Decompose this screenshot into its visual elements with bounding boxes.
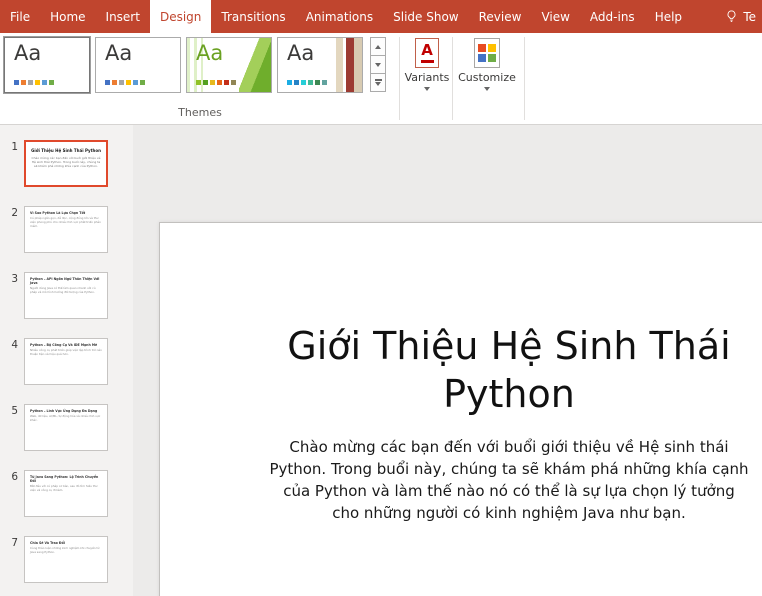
thumbnail-body-text: Chào mừng các bạn đến với buổi giới thiệ… [31,155,101,168]
tab-home[interactable]: Home [40,0,95,33]
ribbon-tab-bar: File Home Insert Design Transitions Anim… [0,0,762,33]
theme-thumbnail-3[interactable]: Aa [186,37,272,93]
theme-sample-text: Aa [196,41,224,65]
slide-number: 3 [11,273,18,285]
slide-row-7: 7 Chia Sẻ Và Trao Đổi Cùng thảo luận nhữ… [0,536,133,583]
slide-thumbnail[interactable]: Chia Sẻ Và Trao Đổi Cùng thảo luận những… [24,536,108,583]
slide-number: 2 [11,207,18,219]
slide-thumbnail[interactable]: Python – Bộ Công Cụ Và IDE Mạnh Mẽ Nhiều… [24,338,108,385]
slide-row-4: 4 Python – Bộ Công Cụ Và IDE Mạnh Mẽ Nhi… [0,338,133,385]
gallery-more-icon [374,79,382,81]
slide-thumbnail[interactable]: Vì Sao Python Là Lựa Chọn Tốt Cú pháp ng… [24,206,108,253]
chevron-down-icon [375,82,381,86]
tell-me-box[interactable]: Te [723,0,762,33]
tab-transitions[interactable]: Transitions [211,0,295,33]
ribbon-group-separator [524,37,525,120]
tab-file[interactable]: File [0,0,40,33]
thumbnail-title-text: Python – Bộ Công Cụ Và IDE Mạnh Mẽ [30,343,98,347]
tell-me-label: Te [743,9,756,24]
theme-thumbnail-2[interactable]: Aa [95,37,181,93]
slide-row-2: 2 Vì Sao Python Là Lựa Chọn Tốt Cú pháp … [0,206,133,253]
thumbnail-title-text: Python – Lĩnh Vực Ứng Dụng Đa Dạng [30,409,98,413]
slide-thumbnail[interactable]: Python – Lĩnh Vực Ứng Dụng Đa Dạng Web, … [24,404,108,451]
gallery-scroll-down-button[interactable] [370,55,386,74]
thumbnail-title-text: Vì Sao Python Là Lựa Chọn Tốt [30,211,86,215]
theme-palette-icon [196,80,236,85]
workspace: 1 Giới Thiệu Hệ Sinh Thái Python Chào mừ… [0,125,762,596]
themes-group: Aa Aa Aa Aa Themes [4,37,396,121]
slide-canvas-area: Giới Thiệu Hệ Sinh Thái Python Chào mừng… [133,125,762,596]
tab-review[interactable]: Review [469,0,532,33]
tab-slide-show[interactable]: Slide Show [383,0,468,33]
dropdown-arrow-icon [424,87,430,91]
variants-icon: A [415,38,439,68]
variants-button[interactable]: A Variants [404,38,450,120]
tab-animations[interactable]: Animations [296,0,383,33]
slide-number: 1 [11,141,18,153]
ribbon-group-separator [452,37,453,120]
ribbon-design: Aa Aa Aa Aa Themes A Variants Customize [0,33,762,125]
theme-palette-icon [287,80,327,85]
slide-row-6: 6 Từ Java Sang Python: Lộ Trình Chuyển Đ… [0,470,133,517]
theme-palette-icon [105,80,145,85]
theme-sample-text: Aa [14,41,42,65]
gallery-scroll-up-button[interactable] [370,37,386,56]
slide-row-1: 1 Giới Thiệu Hệ Sinh Thái Python Chào mừ… [0,140,133,187]
gallery-more-button[interactable] [370,73,386,92]
variants-label: Variants [404,71,450,84]
tab-view[interactable]: View [531,0,579,33]
integral-band-decoration [336,38,362,92]
customize-label: Customize [458,71,516,84]
customize-icon [474,38,500,68]
customize-button[interactable]: Customize [456,38,518,120]
variants-icon-underline [420,60,434,63]
theme-palette-icon [14,80,54,85]
theme-thumbnail-4[interactable]: Aa [277,37,363,93]
slide-title[interactable]: Giới Thiệu Hệ Sinh Thái Python [244,323,762,418]
thumbnail-title-text: Từ Java Sang Python: Lộ Trình Chuyển Đổi [30,475,99,484]
chevron-up-icon [375,44,381,49]
slide-thumbnail-panel[interactable]: 1 Giới Thiệu Hệ Sinh Thái Python Chào mừ… [0,125,133,596]
ribbon-group-separator [399,37,400,120]
thumbnail-title-text: Giới Thiệu Hệ Sinh Thái Python [31,148,101,153]
dropdown-arrow-icon [484,87,490,91]
slide-row-5: 5 Python – Lĩnh Vực Ứng Dụng Đa Dạng Web… [0,404,133,451]
slide-number: 4 [11,339,18,351]
thumbnail-body-text: Cú pháp ngắn gọn, dễ đọc, cộng đồng lớn … [30,216,101,228]
thumbnail-title-text: Python – API Ngôn Ngữ Thân Thiện Với Jav… [30,277,100,286]
themes-group-label: Themes [178,106,222,119]
gallery-scroll-buttons [370,37,386,92]
tab-insert[interactable]: Insert [96,0,150,33]
chevron-down-icon [375,62,381,67]
variants-icon-letter: A [421,41,433,59]
thumbnail-body-text: Bắt đầu với cú pháp cơ bản, sau đó tìm h… [30,484,98,493]
slide-row-3: 3 Python – API Ngôn Ngữ Thân Thiện Với J… [0,272,133,319]
lightbulb-icon [727,10,736,22]
tab-design[interactable]: Design [149,0,212,33]
slide-canvas[interactable]: Giới Thiệu Hệ Sinh Thái Python Chào mừng… [159,222,762,596]
slide-number: 5 [11,405,18,417]
slide-thumbnail[interactable]: Từ Java Sang Python: Lộ Trình Chuyển Đổi… [24,470,108,517]
thumbnail-body-text: Web, dữ liệu, AI/ML, tự động hóa và nhiề… [30,414,101,422]
slide-thumbnail[interactable]: Python – API Ngôn Ngữ Thân Thiện Với Jav… [24,272,108,319]
theme-thumbnail-1[interactable]: Aa [4,37,90,93]
slide-number: 6 [11,471,18,483]
thumbnail-body-text: Người dùng Java có thể làm quen nhanh vớ… [30,286,96,295]
powerpoint-window: File Home Insert Design Transitions Anim… [0,0,762,596]
theme-sample-text: Aa [287,41,315,65]
facet-leaf-decoration [239,38,271,92]
thumbnail-body-text: Cùng thảo luận những kinh nghiệm khi chu… [30,546,100,554]
themes-gallery: Aa Aa Aa Aa [4,37,396,93]
tab-help[interactable]: Help [645,0,692,33]
thumbnail-title-text: Chia Sẻ Và Trao Đổi [30,541,65,545]
slide-thumbnail[interactable]: Giới Thiệu Hệ Sinh Thái Python Chào mừng… [24,140,108,187]
slide-number: 7 [11,537,18,549]
thumbnail-body-text: Nhiều công cụ phát triển giúp việc lập t… [30,348,102,356]
theme-sample-text: Aa [105,41,133,65]
tab-add-ins[interactable]: Add-ins [580,0,645,33]
slide-body-text[interactable]: Chào mừng các bạn đến với buổi giới thiệ… [268,436,750,524]
